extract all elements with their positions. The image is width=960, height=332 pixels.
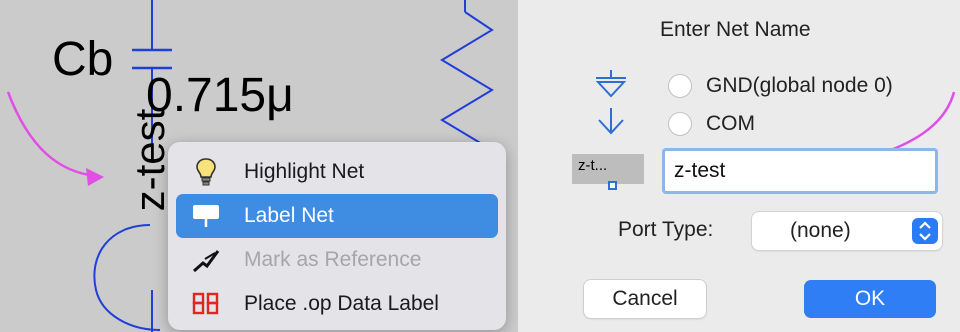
menu-item-mark-as-reference[interactable]: Mark as Reference [176,238,498,282]
seven-segment-icon [186,288,226,320]
menu-item-label: Highlight Net [244,160,365,183]
net-label-preview: z-t... [572,154,644,190]
net-name-input[interactable]: z-test [662,148,938,194]
menu-item-label: Mark as Reference [244,248,422,271]
port-type-select[interactable]: (none) [752,212,942,250]
context-menu: Highlight Net Label Net Mark as Referenc… [168,142,506,330]
option-com[interactable]: COM [668,112,755,136]
radio-gnd[interactable] [668,74,692,98]
dialog-title: Enter Net Name [660,18,811,41]
chevron-updown-icon [912,218,938,244]
menu-item-highlight-net[interactable]: Highlight Net [176,150,498,194]
net-label[interactable]: z-test [126,80,173,240]
schematic-canvas[interactable]: Cb 0.715μ z-test Highlight Net Label Net… [0,0,518,332]
menu-item-label-net[interactable]: Label Net [176,194,498,238]
annotation-arrow [6,91,97,178]
net-label-text: z-test [126,108,173,212]
ground-icon [594,70,628,103]
ok-button[interactable]: OK [804,280,936,318]
net-preview-text: z-t... [578,157,608,174]
port-type-label: Port Type: [618,218,714,241]
menu-item-label: Place .op Data Label [244,292,439,315]
option-gnd-label: GND(global node 0) [706,74,893,97]
cancel-button[interactable]: Cancel [584,280,706,318]
lightbulb-icon [186,156,226,188]
enter-net-name-dialog: Enter Net Name GND(global node 0) COM z-… [518,0,960,332]
option-com-label: COM [706,112,755,135]
menu-item-place-op-data-label[interactable]: Place .op Data Label [176,282,498,326]
menu-item-label: Label Net [244,204,334,227]
wire-arc [93,224,161,331]
common-arrow-icon [596,108,626,141]
component-name[interactable]: Cb [52,36,113,84]
probe-icon [186,244,226,276]
option-gnd[interactable]: GND(global node 0) [668,74,893,98]
port-type-value: (none) [790,219,851,242]
node-square-icon [608,181,617,190]
radio-com[interactable] [668,112,692,136]
label-tag-icon [186,200,226,232]
